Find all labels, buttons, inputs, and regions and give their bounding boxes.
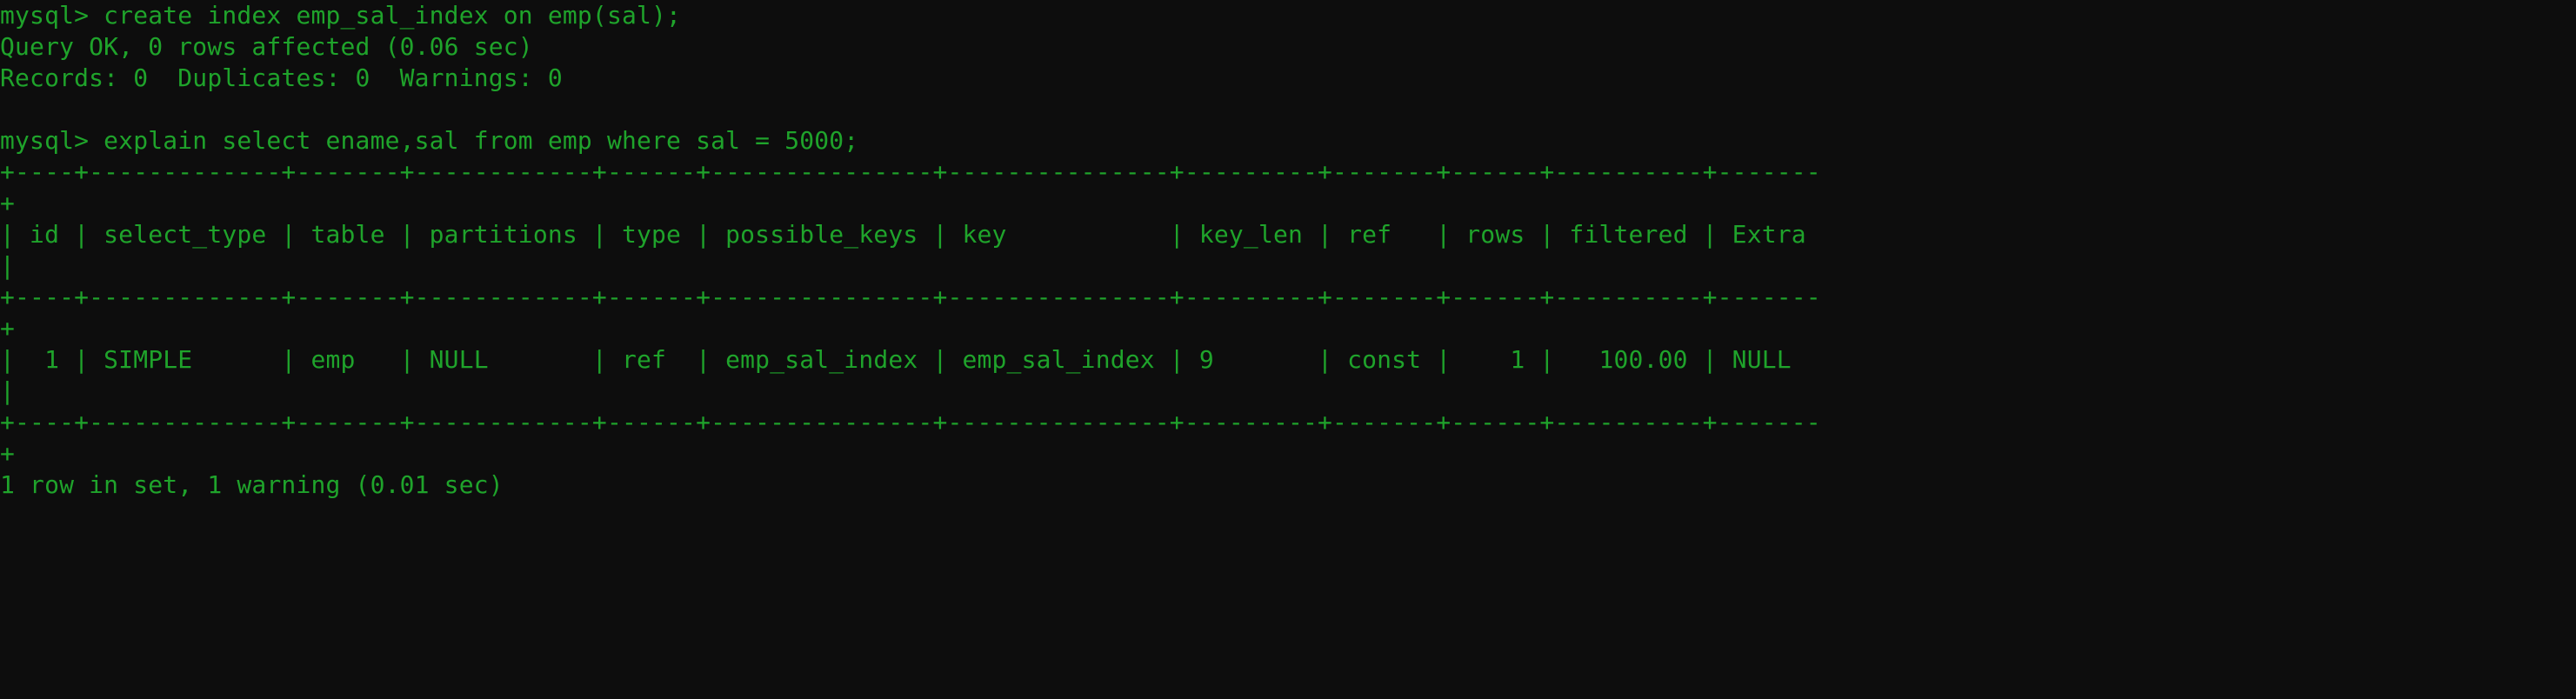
terminal-output: mysql> create index emp_sal_index on emp… [0, 0, 2576, 501]
terminal-line-separator: +----+-------------+-------+------------… [0, 157, 1821, 186]
terminal-line-header: | id | select_type | table | partitions … [0, 220, 1806, 249]
terminal-line-separator-wrap: + [0, 439, 16, 468]
terminal-line-row: | 1 | SIMPLE | emp | NULL | ref | emp_sa… [0, 345, 1806, 374]
terminal-line-status: 1 row in set, 1 warning (0.01 sec) [0, 470, 504, 499]
terminal-line-command: mysql> explain select ename,sal from emp… [0, 126, 859, 155]
terminal-line-separator-wrap: + [0, 314, 16, 343]
terminal-line-status: Records: 0 Duplicates: 0 Warnings: 0 [0, 63, 563, 92]
terminal-line-row-wrap: | [0, 376, 16, 405]
terminal-line-separator-wrap: + [0, 189, 16, 217]
terminal-window[interactable]: mysql> create index emp_sal_index on emp… [0, 0, 2576, 699]
terminal-line-separator: +----+-------------+-------+------------… [0, 408, 1821, 436]
terminal-line-header-wrap: | [0, 251, 16, 280]
terminal-line-command: mysql> create index emp_sal_index on emp… [0, 1, 682, 30]
terminal-line-status: Query OK, 0 rows affected (0.06 sec) [0, 32, 533, 61]
terminal-line-separator: +----+-------------+-------+------------… [0, 283, 1821, 311]
